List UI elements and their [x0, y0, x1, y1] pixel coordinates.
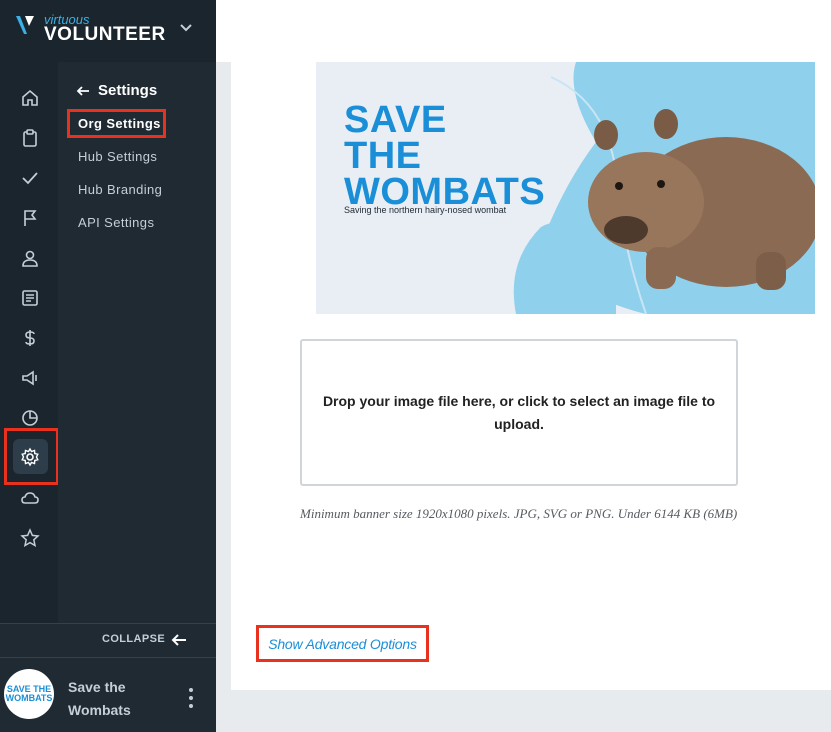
- show-advanced-options-link[interactable]: Show Advanced Options: [256, 625, 429, 662]
- user-icon[interactable]: [18, 246, 42, 270]
- brand-name: VOLUNTEER: [44, 24, 166, 45]
- banner-subtitle: Saving the northern hairy-nosed wombat: [344, 205, 507, 215]
- flag-icon[interactable]: [18, 206, 42, 230]
- org-name: Save the Wombats: [68, 679, 131, 718]
- home-icon[interactable]: [18, 86, 42, 110]
- chevron-down-icon[interactable]: [178, 20, 194, 36]
- top-bar: [216, 0, 831, 62]
- cloud-icon[interactable]: [18, 486, 42, 510]
- clipboard-icon[interactable]: [18, 126, 42, 150]
- subnav-item-hub-settings[interactable]: Hub Settings: [78, 149, 157, 164]
- megaphone-icon[interactable]: [18, 366, 42, 390]
- image-dropzone[interactable]: Drop your image file here, or click to s…: [300, 339, 738, 486]
- arrow-left-icon[interactable]: [170, 631, 188, 649]
- dollar-icon[interactable]: [18, 326, 42, 350]
- banner-preview: SAVE THE WOMBATS Saving the northern hai…: [316, 62, 815, 314]
- advanced-label[interactable]: Show Advanced Options: [268, 636, 417, 652]
- org-avatar: SAVE THE WOMBATS: [4, 669, 54, 719]
- check-icon[interactable]: [18, 166, 42, 190]
- star-icon[interactable]: [18, 526, 42, 550]
- subnav-item-api-settings[interactable]: API Settings: [78, 215, 154, 230]
- gear-highlight-box: [4, 428, 59, 485]
- banner-title: SAVE THE WOMBATS: [344, 99, 545, 211]
- dropzone-text: Drop your image file here, or click to s…: [322, 392, 716, 432]
- brand-header[interactable]: virtuous VOLUNTEER: [0, 0, 216, 62]
- virtuous-logo-icon: [16, 16, 34, 34]
- subnav-item-hub-branding[interactable]: Hub Branding: [78, 182, 162, 197]
- avatar-line2: WOMBATS: [5, 693, 53, 703]
- settings-back-link[interactable]: Settings: [76, 82, 157, 99]
- banner-title-line1: SAVE: [344, 99, 447, 141]
- more-vertical-icon[interactable]: [186, 686, 196, 710]
- document-icon[interactable]: [18, 286, 42, 310]
- settings-title: Settings: [98, 82, 158, 99]
- upload-hint: Minimum banner size 1920x1080 pixels. JP…: [300, 506, 738, 521]
- arrow-left-icon: [76, 85, 89, 96]
- banner-title-line2: THE: [344, 135, 422, 177]
- collapse-label[interactable]: COLLAPSE: [102, 633, 165, 645]
- pie-chart-icon[interactable]: [18, 406, 42, 430]
- settings-subnav: [58, 62, 216, 624]
- org-settings-highlight-box: [67, 109, 166, 138]
